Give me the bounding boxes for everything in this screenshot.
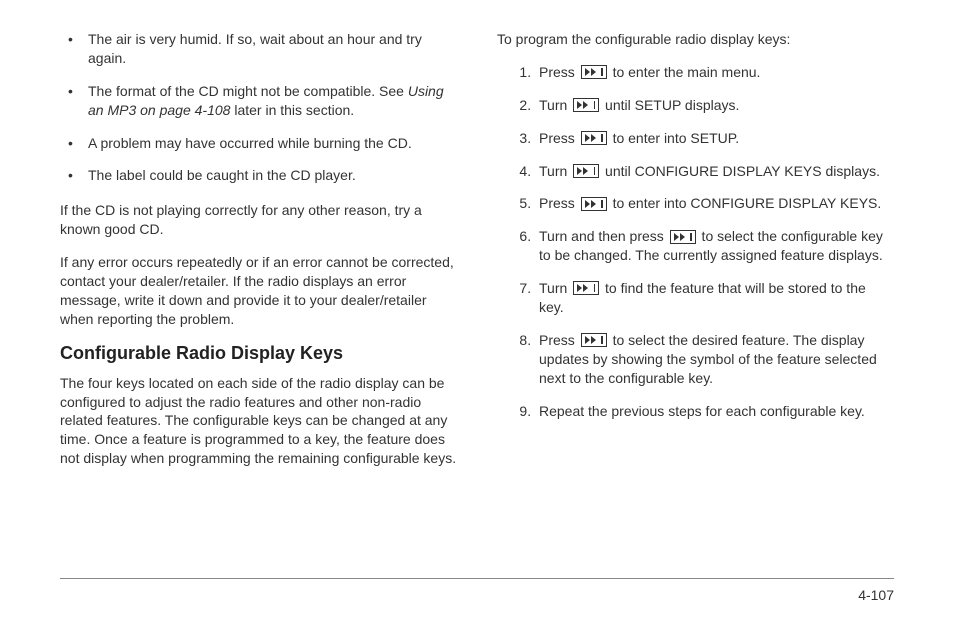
step-text: Press xyxy=(539,195,579,211)
step-text: until SETUP displays. xyxy=(601,97,739,113)
step-6: Turn and then press to select the config… xyxy=(535,227,894,265)
step-5: Press to enter into CONFIGURE DISPLAY KE… xyxy=(535,194,894,213)
step-text: Turn xyxy=(539,163,571,179)
step-text: until CONFIGURE DISPLAY KEYS displays. xyxy=(601,163,880,179)
play-knob-icon xyxy=(573,98,599,112)
play-knob-icon xyxy=(670,230,696,244)
step-9: Repeat the previous steps for each confi… xyxy=(535,402,894,421)
bullet-item: The label could be caught in the CD play… xyxy=(88,166,457,185)
section-heading: Configurable Radio Display Keys xyxy=(60,343,457,364)
play-knob-icon xyxy=(581,131,607,145)
step-text: Turn xyxy=(539,280,571,296)
bullet-item: The format of the CD might not be compat… xyxy=(88,82,457,120)
step-text: Press xyxy=(539,130,579,146)
play-knob-icon xyxy=(581,333,607,347)
step-3: Press to enter into SETUP. xyxy=(535,129,894,148)
step-text: to enter into CONFIGURE DISPLAY KEYS. xyxy=(609,195,882,211)
bullet-item: The air is very humid. If so, wait about… xyxy=(88,30,457,68)
left-column: The air is very humid. If so, wait about… xyxy=(60,30,457,570)
page-footer: 4-107 xyxy=(60,578,894,603)
paragraph-not-playing: If the CD is not playing correctly for a… xyxy=(60,201,457,239)
step-2: Turn until SETUP displays. xyxy=(535,96,894,115)
step-4: Turn until CONFIGURE DISPLAY KEYS displa… xyxy=(535,162,894,181)
step-text: Press xyxy=(539,64,579,80)
bullet-item: A problem may have occurred while burnin… xyxy=(88,134,457,153)
step-text: to enter the main menu. xyxy=(609,64,761,80)
step-text: Turn and then press xyxy=(539,228,668,244)
step-7: Turn to find the feature that will be st… xyxy=(535,279,894,317)
step-text: Press xyxy=(539,332,579,348)
program-steps: Press to enter the main menu. Turn until… xyxy=(497,63,894,421)
play-knob-icon xyxy=(581,65,607,79)
step-text: to enter into SETUP. xyxy=(609,130,739,146)
page-number: 4-107 xyxy=(858,587,894,603)
play-knob-icon xyxy=(573,281,599,295)
play-knob-icon xyxy=(581,197,607,211)
right-column: To program the configurable radio displa… xyxy=(497,30,894,570)
step-text: Turn xyxy=(539,97,571,113)
paragraph-error: If any error occurs repeatedly or if an … xyxy=(60,253,457,329)
steps-intro: To program the configurable radio displa… xyxy=(497,30,894,49)
step-8: Press to select the desired feature. The… xyxy=(535,331,894,388)
bullet-text-pre: The format of the CD might not be compat… xyxy=(88,83,408,99)
play-knob-icon xyxy=(573,164,599,178)
bullet-text-tail: later in this section. xyxy=(230,102,354,118)
paragraph-config-keys: The four keys located on each side of th… xyxy=(60,374,457,468)
step-1: Press to enter the main menu. xyxy=(535,63,894,82)
troubleshoot-bullets: The air is very humid. If so, wait about… xyxy=(60,30,457,185)
